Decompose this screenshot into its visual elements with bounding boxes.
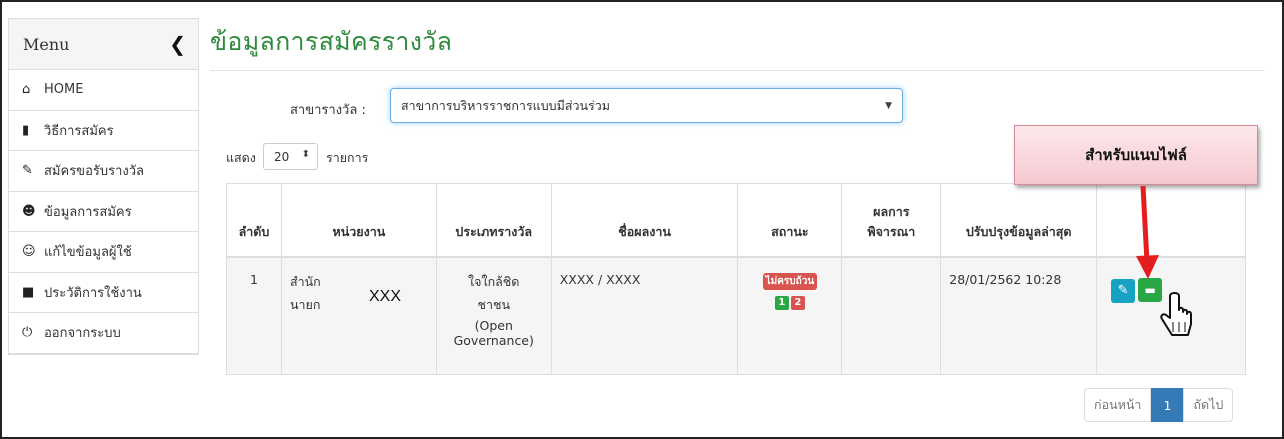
home-icon: ⌂ <box>22 82 31 98</box>
caret-down-icon: ▼ <box>885 101 892 111</box>
sidebar-item-logout[interactable]: ⏻ ออกจากระบบ <box>9 313 198 354</box>
updown-icon: ⬍ <box>301 149 310 160</box>
title-divider <box>210 70 1265 71</box>
pagination-prev[interactable]: ก่อนหน้า <box>1084 388 1152 422</box>
table-header-row: ลำดับ หน่วยงาน ประเภทรางวัล ชื่อผลงาน สถ… <box>226 183 1246 258</box>
header-status[interactable]: สถานะ <box>737 183 843 258</box>
users-icon: ☻ <box>22 203 36 219</box>
header-department[interactable]: หน่วยงาน <box>280 183 437 258</box>
save-icon: ■ <box>22 284 35 300</box>
annotation-callout: สำหรับแนบไฟล์ <box>1014 125 1258 185</box>
sidebar-menu: Menu ❮ ⌂ HOME ▮ วิธีการสมัคร ✎ สมัครขอรั… <box>8 18 199 355</box>
pencil-icon: ✎ <box>22 163 33 179</box>
sidebar-item-label: HOME <box>44 82 84 98</box>
redacted-text: XXX <box>369 288 402 305</box>
cell-award-type: ใจใกล้ชิด ชาชน (Open Governance) <box>435 256 552 375</box>
sidebar-item-label: ข้อมูลการสมัคร <box>44 204 132 220</box>
header-work-name[interactable]: ชื่อผลงาน <box>550 183 739 258</box>
red-arrow-icon <box>1136 185 1159 279</box>
menu-header[interactable]: Menu ❮ <box>9 19 198 70</box>
page-size-select[interactable]: 20 ⬍ <box>263 143 318 170</box>
cell-index: 1 <box>226 256 282 375</box>
file-icon: ▮ <box>22 122 30 138</box>
edit-button[interactable]: ✎ <box>1111 278 1136 303</box>
cell-work-name: XXXX / XXXX <box>550 256 739 375</box>
sidebar-item-history[interactable]: ■ ประวัติการใช้งาน <box>9 273 198 313</box>
award-type-line: Governance) <box>453 332 534 348</box>
sidebar-item-label: ออกจากระบบ <box>44 326 121 342</box>
pencil-icon: ✎ <box>1117 282 1129 298</box>
show-label: แสดง <box>226 150 256 165</box>
header-award-type[interactable]: ประเภทรางวัล <box>435 183 552 258</box>
sidebar-item-label: สมัครขอรับรางวัล <box>44 164 145 180</box>
pagination-next[interactable]: ถัดไป <box>1183 388 1234 422</box>
cell-department: สำนัก นายก <box>280 256 437 375</box>
category-select[interactable]: สาขาการบริหารราชการแบบมีส่วนร่วม ▼ <box>390 88 903 123</box>
sidebar-item-label: แก้ไขข้อมูลผู้ใช้ <box>44 245 132 261</box>
applications-table: ลำดับ หน่วยงาน ประเภทรางวัล ชื่อผลงาน สถ… <box>226 183 1246 375</box>
pagination: ก่อนหน้า 1 ถัดไป <box>1084 388 1234 422</box>
menu-title: Menu <box>23 34 70 54</box>
folder-icon: ▬ <box>1144 282 1156 297</box>
award-type-line: (Open <box>474 317 513 333</box>
cell-last-updated: 28/01/2562 10:28 <box>940 256 1098 375</box>
hand-cursor-icon <box>1160 292 1192 336</box>
cell-status: ไม่ครบถ้วน 12 <box>737 256 843 375</box>
award-type-line: ชาชน <box>477 296 511 312</box>
pagination-page-current[interactable]: 1 <box>1151 388 1184 422</box>
cell-result <box>841 256 942 375</box>
sidebar-item-how-to-apply[interactable]: ▮ วิธีการสมัคร <box>9 111 198 151</box>
header-result[interactable]: ผลการ พิจารณา <box>841 183 942 258</box>
user-icon: ☺ <box>22 244 36 260</box>
header-last-updated[interactable]: ปรับปรุงข้อมูลล่าสุด <box>940 183 1098 258</box>
category-label: สาขารางวัล : <box>290 103 366 118</box>
status-step-badge[interactable]: 2 <box>790 295 805 310</box>
sidebar-item-home[interactable]: ⌂ HOME <box>9 70 198 111</box>
chevron-left-icon[interactable]: ❮ <box>169 32 186 56</box>
table-row: 1 สำนัก นายก ใจใกล้ชิด ชาชน (Open Govern… <box>226 256 1246 375</box>
sidebar-item-apply[interactable]: ✎ สมัครขอรับรางวัล <box>9 151 198 192</box>
header-index[interactable]: ลำดับ <box>226 183 282 258</box>
sidebar-item-application-data[interactable]: ☻ ข้อมูลการสมัคร <box>9 192 198 232</box>
power-icon: ⏻ <box>22 325 33 341</box>
page-size-value: 20 <box>274 149 290 164</box>
department-line: นายก <box>289 296 321 312</box>
sidebar-item-edit-profile[interactable]: ☺ แก้ไขข้อมูลผู้ใช้ <box>9 232 198 273</box>
sidebar-item-label: ประวัติการใช้งาน <box>44 285 142 301</box>
page-title: ข้อมูลการสมัครรางวัล <box>210 27 453 56</box>
status-badge: ไม่ครบถ้วน <box>762 272 818 290</box>
category-select-value: สาขาการบริหารราชการแบบมีส่วนร่วม <box>401 97 610 113</box>
department-line: สำนัก <box>289 273 321 289</box>
status-step-badge[interactable]: 1 <box>774 295 789 310</box>
header-actions <box>1096 183 1246 258</box>
award-type-line: ใจใกล้ชิด <box>468 273 520 289</box>
items-label: รายการ <box>326 150 369 165</box>
sidebar-item-label: วิธีการสมัคร <box>44 123 114 139</box>
